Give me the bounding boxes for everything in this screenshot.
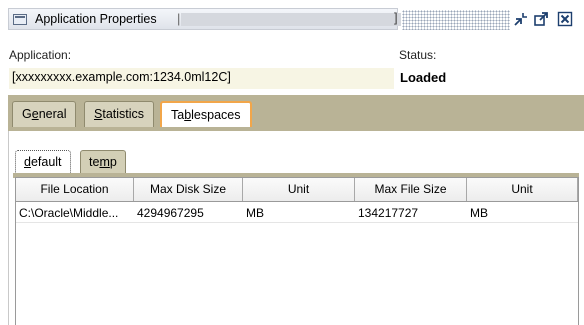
- subtab-default[interactable]: default: [15, 150, 71, 174]
- tab-general-mnemonic: e: [31, 107, 39, 121]
- main-tab-bar: General Statistics Tablespaces: [8, 95, 584, 131]
- tab-tablespaces[interactable]: Tablespaces: [160, 101, 252, 127]
- application-label: Application:: [9, 48, 72, 62]
- subtab-default-mnemonic: d: [24, 155, 31, 169]
- cell-unit: MB: [246, 206, 264, 220]
- subtab-temp-label-a: te: [89, 155, 100, 169]
- tab-general[interactable]: General: [12, 101, 77, 127]
- tab-general-label-b: neral: [38, 107, 67, 121]
- tab-statistics-label: tatistics: [102, 107, 145, 121]
- cell-max-file-size: 134217727: [358, 206, 419, 220]
- close-icon[interactable]: [556, 10, 574, 28]
- column-header-max-disk-size[interactable]: Max Disk Size: [134, 178, 243, 201]
- column-header-file-location[interactable]: File Location: [16, 178, 134, 201]
- subtab-default-label: efault: [30, 155, 62, 169]
- tablespaces-panel: default temp File Location Max Disk Size…: [8, 131, 584, 325]
- cell-max-disk-size: 4294967295: [137, 206, 204, 220]
- window-title: Application Properties: [35, 12, 157, 26]
- table-header: File Location Max Disk Size Unit Max Fil…: [16, 178, 578, 202]
- table-row[interactable]: C:\Oracle\Middle... 4294967295 MB 134217…: [16, 203, 578, 223]
- tablespace-table: File Location Max Disk Size Unit Max Fil…: [15, 177, 579, 325]
- title-bracket-left: |: [177, 11, 181, 26]
- title-bar: Application Properties | ]: [0, 0, 584, 38]
- subtab-temp[interactable]: temp: [80, 150, 126, 174]
- tab-tablespaces-label-a: Ta: [171, 108, 185, 122]
- subtab-temp-label-b: p: [109, 155, 117, 169]
- application-value: [xxxxxxxxx.example.com:1234.0ml12C]: [9, 68, 394, 89]
- column-header-max-file-size[interactable]: Max File Size: [355, 178, 467, 201]
- column-header-unit[interactable]: Unit: [243, 178, 355, 201]
- status-value: Loaded: [400, 70, 447, 85]
- restore-icon[interactable]: [512, 10, 530, 28]
- tab-statistics[interactable]: Statistics: [84, 101, 155, 127]
- title-bracket-right: ]: [394, 10, 398, 25]
- title-bar-fill: [181, 13, 401, 26]
- tab-tablespaces-label-b: lespaces: [191, 108, 241, 122]
- window-icon: [13, 14, 27, 25]
- column-header-unit-2[interactable]: Unit: [467, 178, 578, 201]
- maximize-icon[interactable]: [532, 10, 550, 28]
- subtab-temp-mnemonic: m: [99, 155, 110, 169]
- status-label: Status:: [399, 48, 437, 62]
- cell-unit-2: MB: [470, 206, 488, 220]
- title-gripper[interactable]: [402, 10, 510, 30]
- window-title-area[interactable]: Application Properties |: [8, 8, 401, 30]
- cell-file-location: C:\Oracle\Middle...: [19, 206, 119, 220]
- tab-general-label-a: G: [22, 107, 32, 121]
